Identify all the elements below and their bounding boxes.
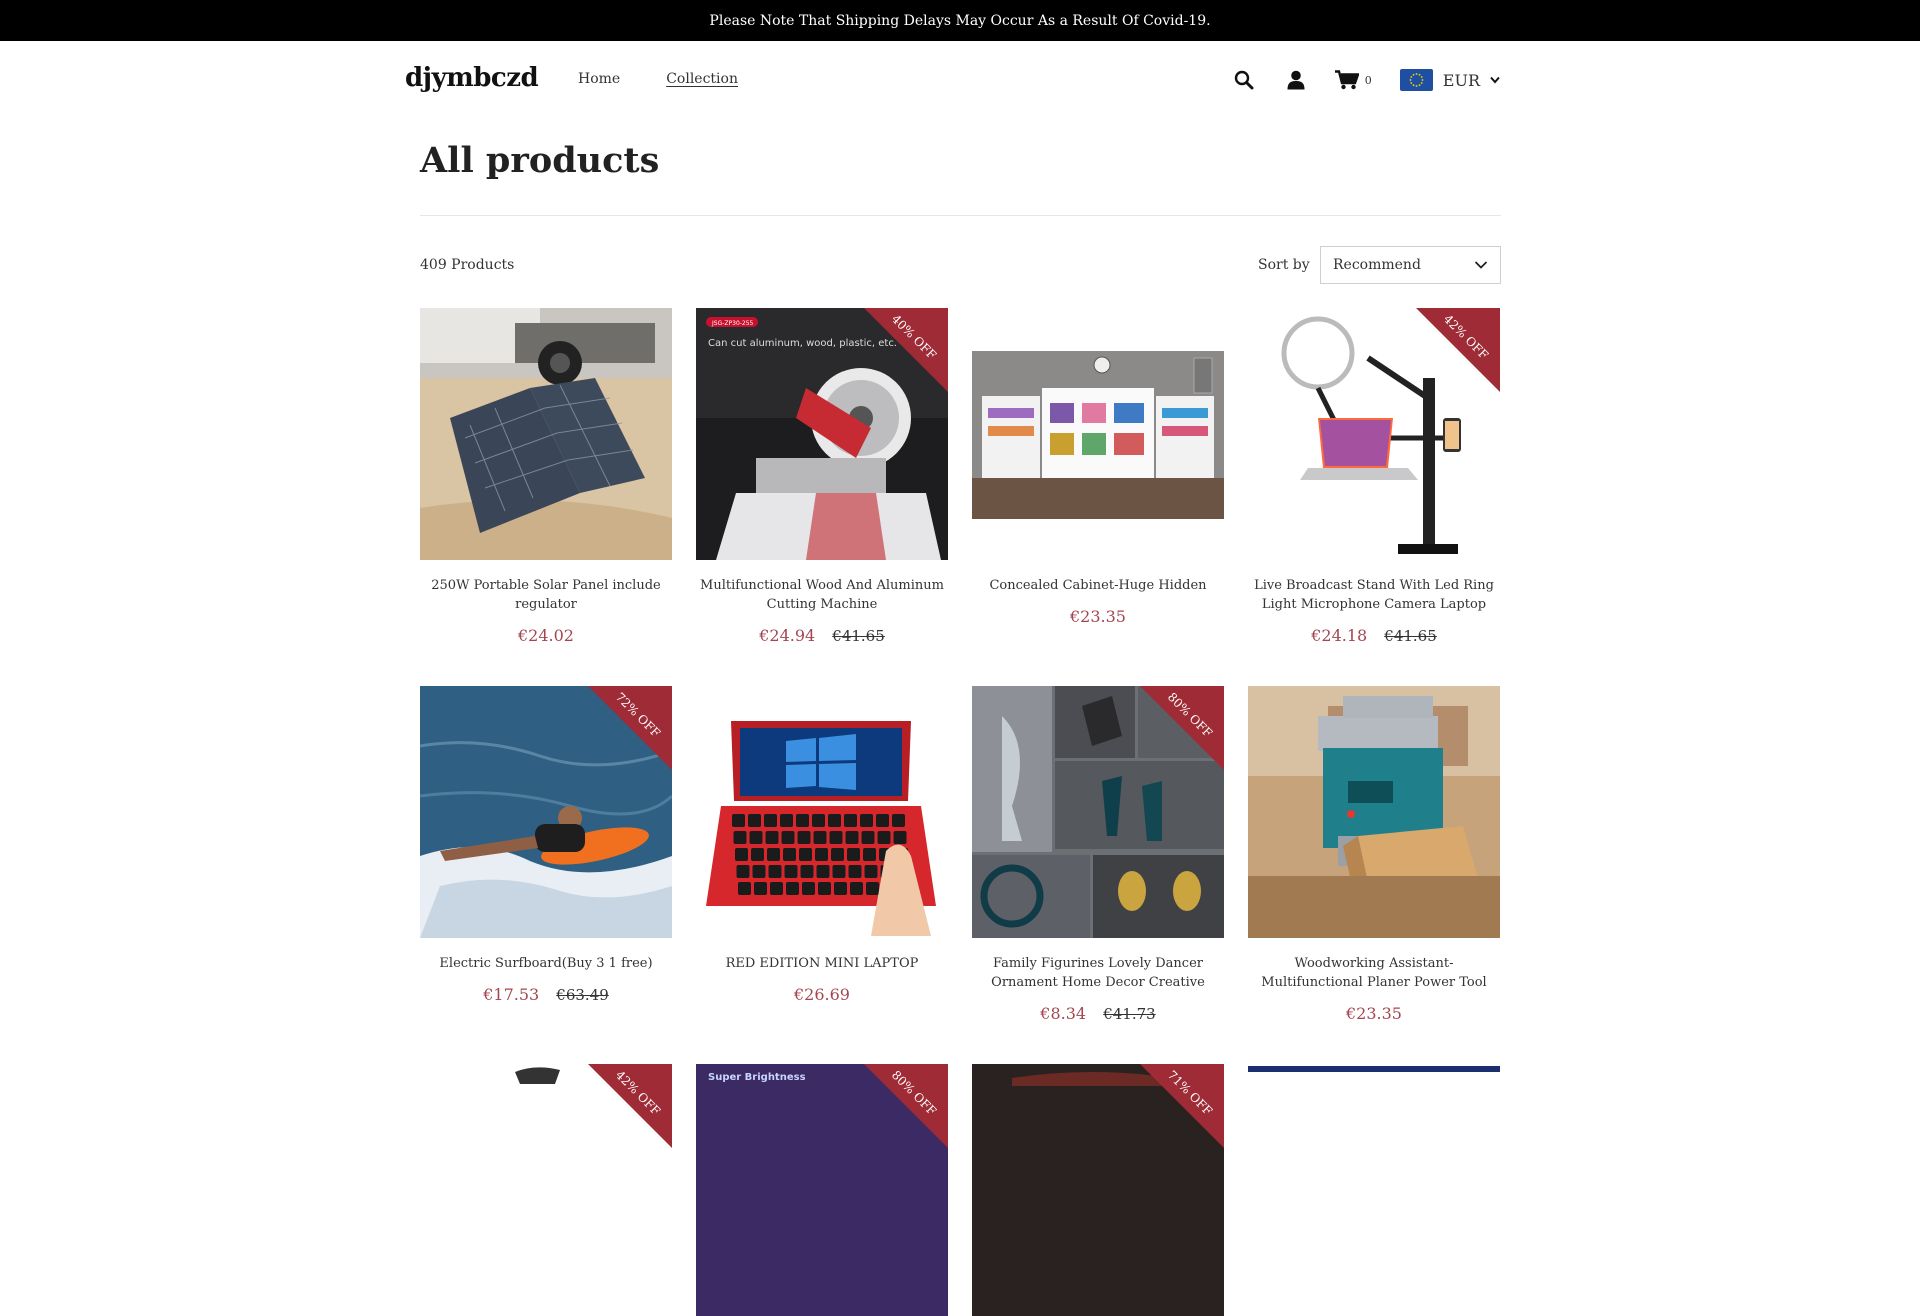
product-image[interactable] <box>420 308 672 560</box>
product-card[interactable]: Concealed Cabinet-Huge Hidden Space €23.… <box>972 308 1224 626</box>
product-price: €8.34 <box>1040 1004 1087 1023</box>
product-card[interactable]: 42% OFF <box>420 1064 672 1316</box>
product-price: €24.18 <box>1311 626 1368 645</box>
store-logo[interactable]: djymbczd <box>405 63 539 93</box>
product-card[interactable]: Woodworking Assistant-Multifunctional Pl… <box>1248 686 1500 1023</box>
currency-label: EUR <box>1442 70 1480 90</box>
discount-badge: 80% OFF <box>1140 686 1224 770</box>
image-caption-text: Super Brightness <box>708 1072 806 1083</box>
product-image[interactable]: 71% OFF <box>972 1064 1224 1316</box>
page-title: All products <box>420 140 660 181</box>
discount-badge: 40% OFF <box>864 308 948 392</box>
product-image[interactable] <box>696 686 948 938</box>
product-card[interactable]: 72% OFF Electric Surfboard(Buy 3 1 free)… <box>420 686 672 1004</box>
product-prices: €24.18 €41.65 <box>1248 626 1500 645</box>
product-prices: €23.35 <box>1248 1004 1500 1023</box>
chevron-down-icon <box>1490 76 1500 84</box>
product-image[interactable]: 72% OFF <box>420 686 672 938</box>
product-compare-price: €41.65 <box>832 627 885 645</box>
product-title[interactable]: Concealed Cabinet-Huge Hidden Space <box>972 576 1224 595</box>
product-title[interactable]: 250W Portable Solar Panel include regula… <box>420 576 672 614</box>
product-image[interactable]: Super Brightness 80% OFF <box>696 1064 948 1316</box>
product-price: €24.94 <box>759 626 816 645</box>
image-tag-text: JSG-ZP30-255 <box>711 320 754 327</box>
product-card[interactable]: 71% OFF <box>972 1064 1224 1316</box>
product-image[interactable] <box>972 308 1224 560</box>
product-count: 409 Products <box>420 257 515 273</box>
discount-badge: 71% OFF <box>1140 1064 1224 1148</box>
product-image[interactable]: JSG-ZP30-255 Can cut aluminum, wood, pla… <box>696 308 948 560</box>
announcement-bar: Please Note That Shipping Delays May Occ… <box>0 0 1920 41</box>
sort-value: Recommend <box>1333 257 1421 273</box>
title-divider <box>420 215 1501 216</box>
account-icon[interactable] <box>1283 67 1309 93</box>
discount-badge: 42% OFF <box>588 1064 672 1148</box>
product-compare-price: €63.49 <box>556 986 609 1004</box>
product-title[interactable]: Electric Surfboard(Buy 3 1 free) <box>420 954 672 973</box>
product-prices: €26.69 <box>696 985 948 1004</box>
product-prices: €24.02 <box>420 626 672 645</box>
cart-icon <box>1334 70 1359 90</box>
product-title[interactable]: RED EDITION MINI LAPTOP <box>696 954 948 973</box>
chevron-down-icon <box>1474 261 1488 269</box>
product-compare-price: €41.73 <box>1103 1005 1156 1023</box>
product-price: €23.35 <box>1070 607 1126 626</box>
product-image[interactable] <box>1248 686 1500 938</box>
product-card[interactable] <box>1248 1064 1500 1316</box>
nav-home[interactable]: Home <box>578 71 620 87</box>
eu-flag-icon <box>1399 69 1433 91</box>
product-prices: €23.35 <box>972 607 1224 626</box>
discount-badge: 72% OFF <box>588 686 672 770</box>
sort-label: Sort by <box>1258 257 1310 273</box>
product-card[interactable]: 42% OFF Live Broadcast Stand With Led Ri… <box>1248 308 1500 645</box>
site-header: djymbczd Home Collection 0 EUR <box>0 41 1920 121</box>
product-price: €23.35 <box>1346 1004 1402 1023</box>
product-image[interactable] <box>1248 1064 1500 1316</box>
main-nav: Home Collection <box>578 71 738 87</box>
cart-button[interactable]: 0 <box>1334 70 1372 90</box>
product-image[interactable]: 80% OFF <box>972 686 1224 938</box>
product-price: €17.53 <box>483 985 540 1004</box>
header-icons: 0 EUR <box>1231 67 1500 93</box>
sort-select[interactable]: Recommend <box>1320 246 1501 284</box>
product-compare-price: €41.65 <box>1384 627 1437 645</box>
product-price: €24.02 <box>518 626 574 645</box>
discount-badge: 80% OFF <box>864 1064 948 1148</box>
product-card[interactable]: 250W Portable Solar Panel include regula… <box>420 308 672 645</box>
currency-selector[interactable]: EUR <box>1399 69 1500 91</box>
product-card[interactable]: JSG-ZP30-255 Can cut aluminum, wood, pla… <box>696 308 948 645</box>
nav-collection[interactable]: Collection <box>666 71 738 87</box>
product-title[interactable]: Multifunctional Wood And Aluminum Cuttin… <box>696 576 948 614</box>
product-image[interactable]: 42% OFF <box>420 1064 672 1316</box>
product-title[interactable]: Family Figurines Lovely Dancer Ornament … <box>972 954 1224 992</box>
product-prices: €8.34 €41.73 <box>972 1004 1224 1023</box>
product-card[interactable]: Super Brightness 80% OFF <box>696 1064 948 1316</box>
product-prices: €17.53 €63.49 <box>420 985 672 1004</box>
product-prices: €24.94 €41.65 <box>696 626 948 645</box>
product-image[interactable]: 42% OFF <box>1248 308 1500 560</box>
product-title[interactable]: Woodworking Assistant-Multifunctional Pl… <box>1248 954 1500 992</box>
announcement-text: Please Note That Shipping Delays May Occ… <box>709 12 1211 29</box>
product-title[interactable]: Live Broadcast Stand With Led Ring Light… <box>1248 576 1500 614</box>
cart-count: 0 <box>1364 73 1372 87</box>
product-card[interactable]: 80% OFF Family Figurines Lovely Dancer O… <box>972 686 1224 1023</box>
search-icon[interactable] <box>1231 67 1257 93</box>
discount-badge: 42% OFF <box>1416 308 1500 392</box>
product-price: €26.69 <box>794 985 850 1004</box>
product-card[interactable]: RED EDITION MINI LAPTOP €26.69 <box>696 686 948 1004</box>
